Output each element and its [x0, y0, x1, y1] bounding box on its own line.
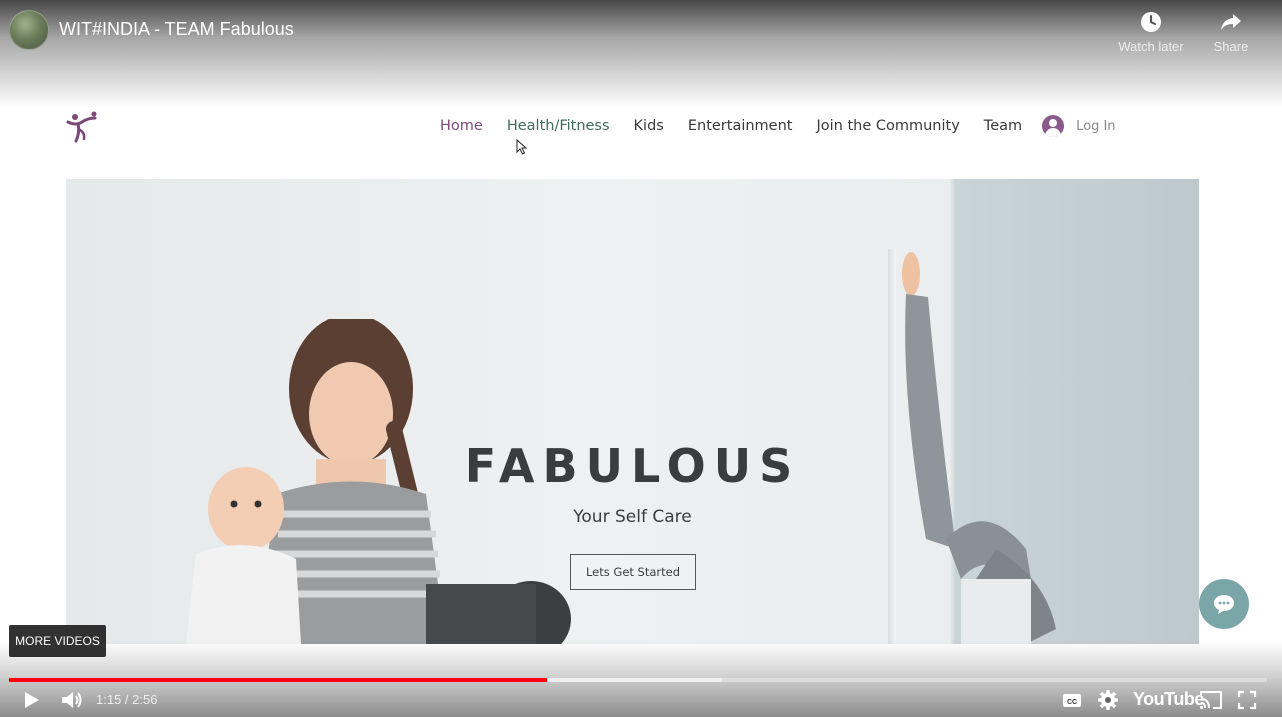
channel-avatar[interactable] — [9, 10, 49, 50]
settings-button[interactable] — [1097, 688, 1119, 712]
watch-later-button[interactable]: Watch later — [1111, 11, 1191, 54]
volume-button[interactable] — [60, 688, 84, 712]
volume-icon — [62, 692, 82, 708]
nav-item-kids[interactable]: Kids — [634, 118, 664, 134]
fullscreen-icon — [1237, 690, 1257, 710]
more-videos-button[interactable]: MORE VIDEOS — [9, 625, 106, 657]
play-button[interactable] — [20, 688, 42, 712]
settings-icon — [1098, 690, 1118, 710]
watch-later-icon — [1141, 12, 1161, 32]
share-icon — [1221, 14, 1241, 30]
watch-later-label: Watch later — [1118, 39, 1184, 54]
chat-icon — [1214, 595, 1234, 614]
captions-icon: CC — [1063, 694, 1081, 707]
cast-icon — [1200, 691, 1222, 709]
site-logo[interactable] — [64, 108, 100, 144]
captions-button[interactable]: CC — [1061, 688, 1083, 712]
nav-item-health-fitness[interactable]: Health/Fitness — [507, 118, 610, 134]
mouse-cursor-icon — [516, 139, 528, 155]
hero-banner: FABULOUS Your Self Care Lets Get Started — [66, 179, 1199, 644]
nav-item-entertainment[interactable]: Entertainment — [688, 118, 793, 134]
share-button[interactable]: Share — [1191, 11, 1271, 54]
cast-button[interactable] — [1199, 688, 1223, 712]
time-display: 1:15 / 2:56 — [96, 692, 158, 707]
nav-item-home[interactable]: Home — [440, 118, 483, 134]
site-nav: Home Health/Fitness Kids Entertainment J… — [440, 115, 1116, 137]
video-title[interactable]: WIT#INDIA - TEAM Fabulous — [59, 19, 294, 40]
player-top-gradient — [0, 0, 1282, 108]
user-icon — [1042, 115, 1065, 137]
progress-played — [9, 678, 548, 682]
login-label: Log In — [1076, 118, 1116, 134]
hero-subtitle: Your Self Care — [573, 507, 692, 527]
hero-title: FABULOUS — [464, 439, 801, 493]
play-icon — [25, 692, 39, 708]
nav-item-join-community[interactable]: Join the Community — [816, 118, 959, 134]
share-label: Share — [1213, 39, 1249, 54]
chat-button[interactable] — [1199, 579, 1249, 629]
login-button[interactable]: Log In — [1042, 115, 1116, 137]
progress-bar[interactable] — [9, 678, 1267, 682]
svg-text:CC: CC — [1067, 699, 1077, 706]
fullscreen-button[interactable] — [1237, 688, 1257, 712]
youtube-logo[interactable]: YouTube — [1133, 689, 1204, 710]
get-started-button[interactable]: Lets Get Started — [570, 554, 696, 590]
nav-item-team[interactable]: Team — [984, 118, 1022, 134]
